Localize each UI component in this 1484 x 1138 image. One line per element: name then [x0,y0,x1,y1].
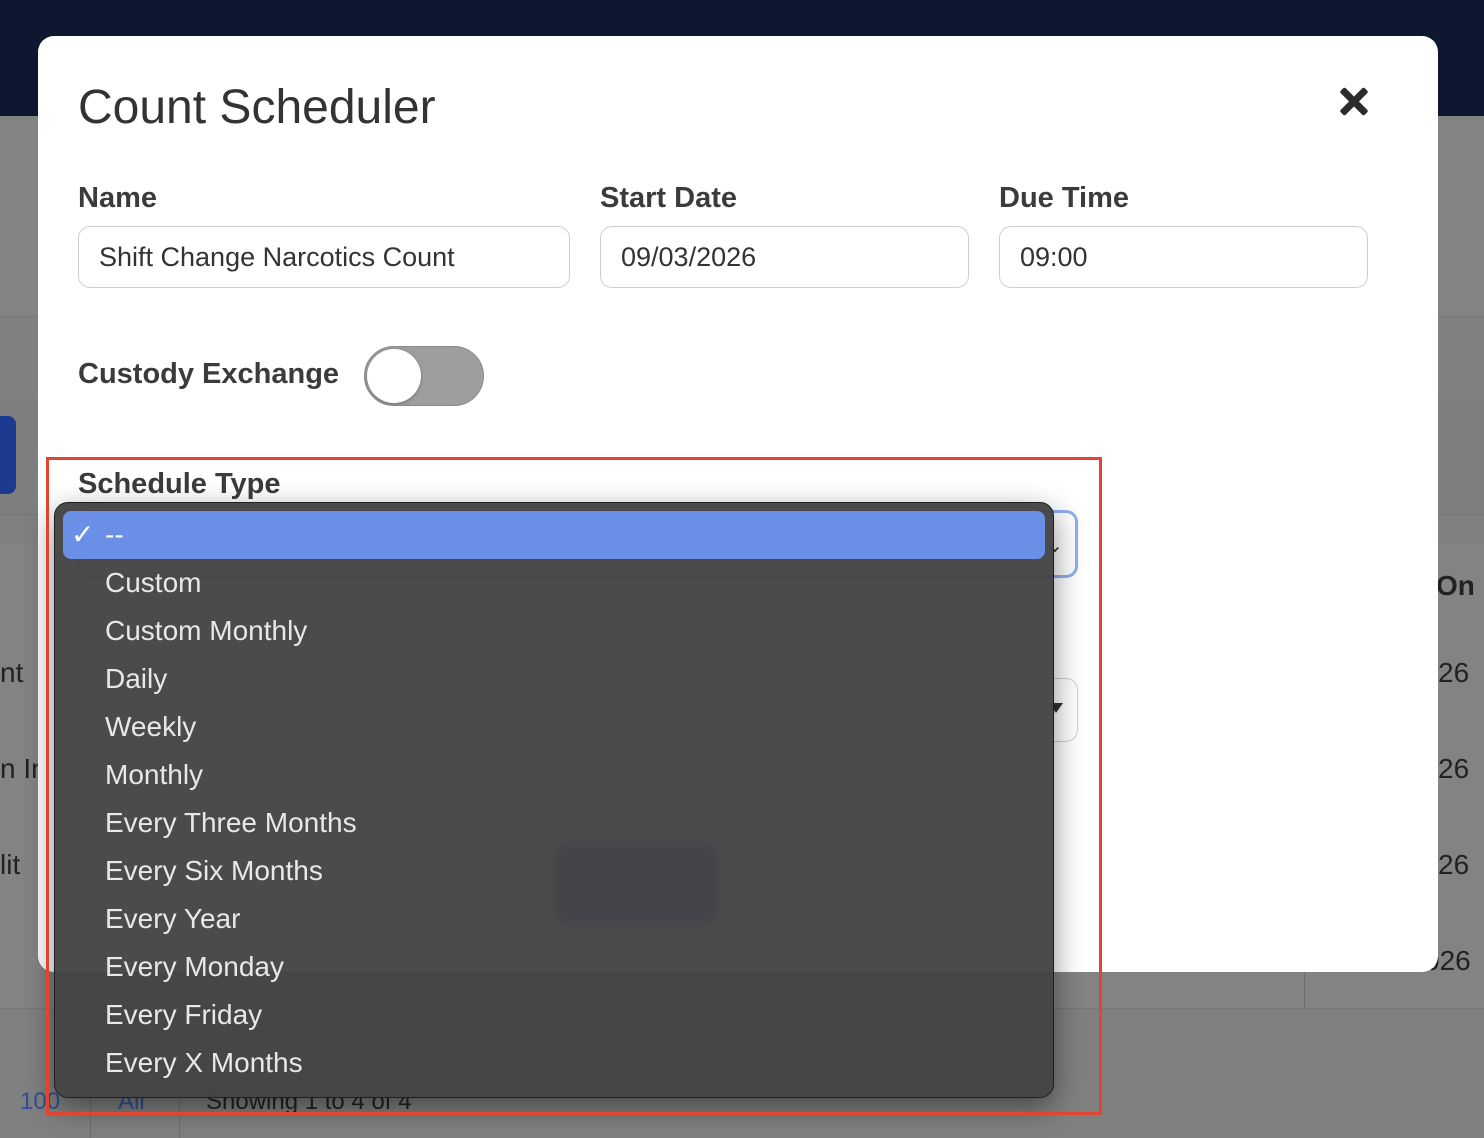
schedule-option-every-three-months[interactable]: Every Three Months [63,799,1045,847]
option-label: Monthly [105,759,204,790]
bg-primary-button[interactable] [0,416,16,494]
option-label: Every Three Months [105,807,357,838]
table-cell: 26 [1438,657,1470,688]
option-label: Every Monday [105,951,284,982]
custody-exchange-toggle[interactable] [364,346,484,406]
schedule-option-every-x-months[interactable]: Every X Months [63,1039,1045,1087]
toggle-knob [367,349,421,403]
option-label: Every X Months [105,1047,303,1078]
table-cell: nt [0,657,24,688]
name-label: Name [78,182,157,214]
schedule-option-daily[interactable]: Daily [63,655,1045,703]
option-label: Daily [105,663,168,694]
start-date-label: Start Date [600,182,737,214]
due-time-input[interactable] [999,226,1368,288]
modal-title: Count Scheduler [78,81,436,134]
schedule-option-every-monday[interactable]: Every Monday [63,943,1045,991]
table-cell: lit [0,849,21,880]
option-label: Custom [105,567,202,598]
due-time-label: Due Time [999,182,1130,214]
name-input[interactable] [78,226,570,288]
option-label: Every Six Months [105,855,323,886]
table-cell: 26 [1438,849,1470,880]
option-label: -- [105,519,124,550]
schedule-option-every-friday[interactable]: Every Friday [63,991,1045,1039]
schedule-option-every-year[interactable]: Every Year [63,895,1045,943]
schedule-type-dropdown-menu: ✓ -- Custom Custom Monthly Daily Weekly … [54,502,1054,1098]
close-icon[interactable] [1334,82,1374,122]
option-label: Custom Monthly [105,615,308,646]
schedule-option-custom[interactable]: Custom [63,559,1045,607]
schedule-type-label: Schedule Type [78,468,281,500]
checkmark-icon: ✓ [71,519,95,550]
table-column-header[interactable]: On ⌄ [1436,569,1484,602]
option-label: Every Friday [105,999,263,1030]
option-label: Weekly [105,711,197,742]
schedule-option-every-six-months[interactable]: Every Six Months [63,847,1045,895]
start-date-input[interactable] [600,226,969,288]
schedule-option-monthly[interactable]: Monthly [63,751,1045,799]
option-label: Every Year [105,903,241,934]
schedule-option-none[interactable]: ✓ -- [63,511,1045,559]
schedule-option-weekly[interactable]: Weekly [63,703,1045,751]
schedule-option-custom-monthly[interactable]: Custom Monthly [63,607,1045,655]
page-size-100-link[interactable]: 100 [20,1088,60,1116]
custody-exchange-label: Custody Exchange [78,358,340,390]
table-cell: 26 [1438,753,1470,784]
